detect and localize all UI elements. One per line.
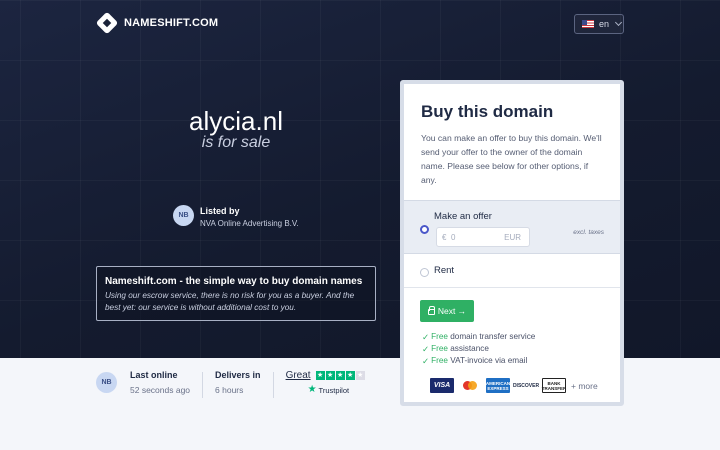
info-title: Nameshift.com - the simple way to buy do… <box>105 276 363 287</box>
feature-item: ✓ Free VAT-invoice via email <box>422 355 535 367</box>
star-icon: ★ <box>325 371 335 380</box>
rent-label: Rent <box>434 265 455 276</box>
feature-item: ✓ Free assistance <box>422 343 535 355</box>
trustpilot-rating-word[interactable]: Great <box>286 370 311 381</box>
trustpilot-brand: Trustpilot <box>318 385 350 395</box>
offer-amount-input[interactable]: € 0 EUR <box>436 227 530 247</box>
more-payments-label: + more <box>571 380 598 391</box>
us-flag-icon <box>582 20 594 28</box>
diamond-logo-icon <box>95 11 119 35</box>
mastercard-icon <box>458 378 482 393</box>
next-button-label: Next → <box>437 306 467 316</box>
seller-stats: NB Last online 52 seconds ago Delivers i… <box>96 370 365 398</box>
rent-radio[interactable] <box>420 268 429 277</box>
free-label: Free <box>431 356 448 365</box>
language-selector[interactable]: en <box>574 14 624 34</box>
features-list: ✓ Free domain transfer service ✓ Free as… <box>422 331 535 367</box>
listed-by-label: Listed by <box>200 206 240 216</box>
lock-icon <box>427 306 436 315</box>
excl-taxes-note: excl. taxes <box>573 229 604 236</box>
last-online-value: 52 seconds ago <box>130 385 191 395</box>
feature-text: assistance <box>447 344 489 353</box>
card-title: Buy this domain <box>421 102 554 121</box>
trustpilot-star-icon: ★ <box>307 384 317 395</box>
euro-prefix: € <box>442 233 447 242</box>
free-label: Free <box>431 332 448 341</box>
chevron-down-icon <box>614 18 623 27</box>
free-label: Free <box>431 344 448 353</box>
seller-info: NB Listed by NVA Online Advertising B.V. <box>173 205 299 228</box>
seller-avatar-small: NB <box>96 372 117 393</box>
star-icon: ★ <box>315 371 325 380</box>
trustpilot-widget[interactable]: Great ★ ★ ★ ★ ★ ★ Trustpilot <box>286 370 365 395</box>
stat-divider <box>202 372 204 398</box>
visa-icon: VISA <box>430 378 454 393</box>
feature-text: domain transfer service <box>447 332 536 341</box>
check-icon: ✓ <box>422 344 430 354</box>
make-offer-radio[interactable] <box>420 225 429 234</box>
make-offer-option[interactable]: Make an offer € 0 EUR excl. taxes <box>404 200 620 254</box>
offer-currency: EUR <box>504 233 521 242</box>
payment-methods: VISA AMERICAN EXPRESS DISCOVER BANK TRAN… <box>430 378 598 393</box>
delivers-value: 6 hours <box>215 385 244 395</box>
rent-option[interactable]: Rent <box>404 255 620 288</box>
next-button[interactable]: Next → <box>420 300 474 322</box>
make-offer-label: Make an offer <box>434 211 492 222</box>
discover-icon: DISCOVER <box>513 378 539 393</box>
star-icon: ★ <box>345 371 355 380</box>
star-icon: ★ <box>335 371 345 380</box>
last-online-label: Last online <box>130 370 178 380</box>
amex-icon: AMERICAN EXPRESS <box>486 378 510 393</box>
delivers-stat: Delivers in 6 hours <box>215 370 261 395</box>
last-online-stat: Last online 52 seconds ago <box>130 370 190 395</box>
offer-placeholder: 0 <box>451 233 456 242</box>
trustpilot-stars: ★ ★ ★ ★ ★ <box>315 371 365 380</box>
language-code: en <box>599 19 610 29</box>
seller-avatar: NB <box>173 205 194 226</box>
stat-divider <box>272 372 274 398</box>
bank-transfer-icon: BANK TRANSFER <box>542 378 566 393</box>
info-box: Nameshift.com - the simple way to buy do… <box>96 266 376 321</box>
brand-name: NAMESHIFT.COM <box>124 17 219 29</box>
for-sale-subtitle: is for sale <box>201 134 271 151</box>
info-text: Using our escrow service, there is no ri… <box>105 291 355 312</box>
buy-domain-card: Buy this domain You can make an offer to… <box>400 80 624 406</box>
domain-title: alycia.nl <box>189 106 283 136</box>
star-empty-icon: ★ <box>355 371 365 380</box>
check-icon: ✓ <box>422 356 430 366</box>
delivers-label: Delivers in <box>215 370 261 380</box>
seller-name: NVA Online Advertising B.V. <box>200 219 299 228</box>
check-icon: ✓ <box>422 332 430 342</box>
card-description: You can make an offer to buy this domain… <box>421 133 602 185</box>
feature-item: ✓ Free domain transfer service <box>422 331 535 343</box>
brand-logo[interactable]: NAMESHIFT.COM <box>95 11 219 35</box>
feature-text: VAT-invoice via email <box>447 356 528 365</box>
